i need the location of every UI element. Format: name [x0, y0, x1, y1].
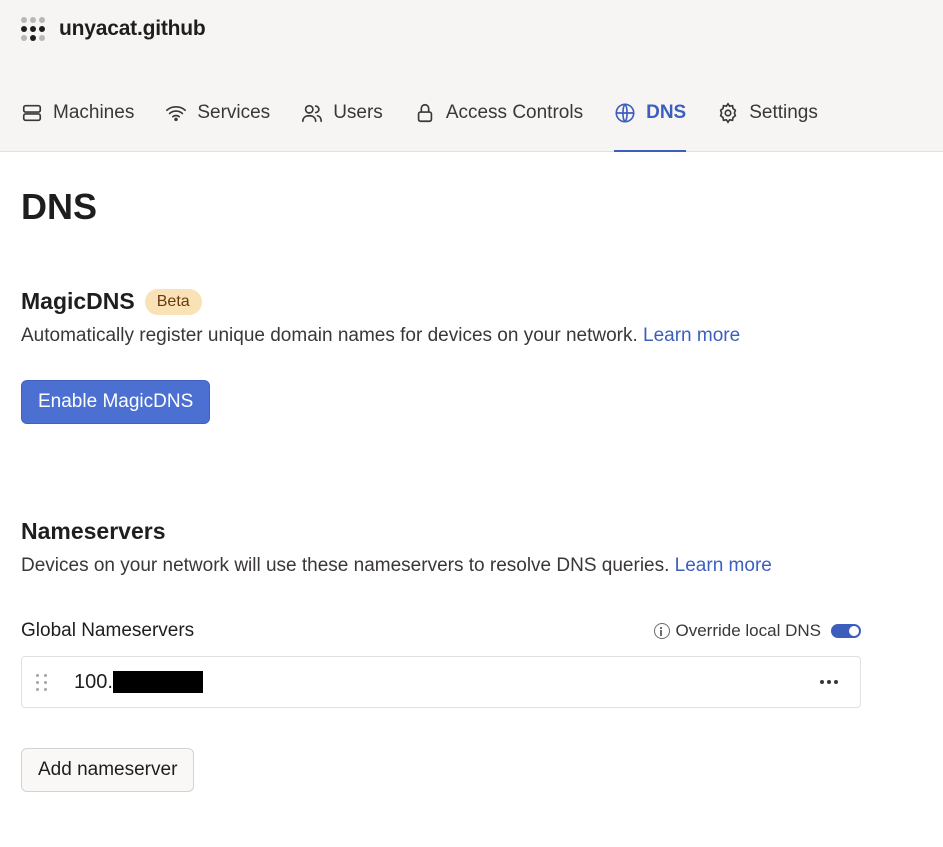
beta-badge: Beta — [144, 288, 202, 315]
gear-icon — [719, 102, 737, 124]
tab-label: DNS — [646, 102, 687, 123]
info-icon[interactable] — [653, 623, 670, 639]
page-title: DNS — [21, 186, 98, 227]
global-nameservers-label: Global Nameservers — [21, 620, 195, 641]
override-local-dns-toggle[interactable] — [831, 624, 861, 638]
nameservers-section: Nameservers Devices on your network will… — [21, 518, 861, 792]
tab-machines[interactable]: Machines — [21, 94, 134, 152]
magicdns-description: Automatically register unique domain nam… — [21, 325, 741, 346]
server-icon — [22, 104, 42, 122]
tailscale-logo-icon — [21, 17, 45, 41]
lock-icon — [417, 103, 433, 123]
org-switcher[interactable]: unyacat.github — [21, 17, 206, 41]
tab-label: Users — [333, 102, 383, 123]
enable-magicdns-button[interactable]: Enable MagicDNS — [21, 380, 211, 424]
override-local-dns: Override local DNS — [653, 621, 861, 641]
tab-label: Access Controls — [445, 102, 584, 123]
tab-access-controls[interactable]: Access Controls — [414, 94, 583, 152]
tab-label: Settings — [749, 102, 818, 123]
nameserver-row: 100. — [21, 656, 861, 708]
drag-handle-icon[interactable] — [36, 672, 48, 692]
redacted-block — [112, 671, 203, 693]
more-options-icon[interactable] — [820, 680, 838, 684]
users-icon — [302, 104, 323, 123]
globe-icon — [615, 103, 635, 123]
org-name: unyacat.github — [59, 17, 206, 40]
main-content: DNS MagicDNS Beta Automatically register… — [21, 152, 861, 792]
nameservers-title: Nameservers — [21, 518, 166, 544]
tab-users[interactable]: Users — [301, 94, 383, 152]
nameservers-learn-more-link[interactable]: Learn more — [675, 555, 772, 576]
wifi-icon — [166, 105, 187, 122]
top-bar: unyacat.github Machines Services Users A… — [0, 0, 943, 152]
magicdns-section: MagicDNS Beta Automatically register uni… — [21, 288, 861, 424]
tab-label: Services — [197, 102, 271, 123]
tab-settings[interactable]: Settings — [717, 94, 818, 152]
magicdns-title: MagicDNS — [21, 288, 135, 314]
main-nav: Machines Services Users Access Controls … — [21, 94, 849, 152]
tab-label: Machines — [53, 102, 135, 123]
add-nameserver-button[interactable]: Add nameserver — [21, 748, 195, 792]
nameserver-ip: 100. — [74, 671, 203, 694]
tab-services[interactable]: Services — [165, 94, 270, 152]
magicdns-learn-more-link[interactable]: Learn more — [643, 325, 740, 346]
nameservers-description: Devices on your network will use these n… — [21, 555, 772, 576]
tab-dns[interactable]: DNS — [614, 94, 687, 152]
override-label: Override local DNS — [675, 621, 822, 640]
